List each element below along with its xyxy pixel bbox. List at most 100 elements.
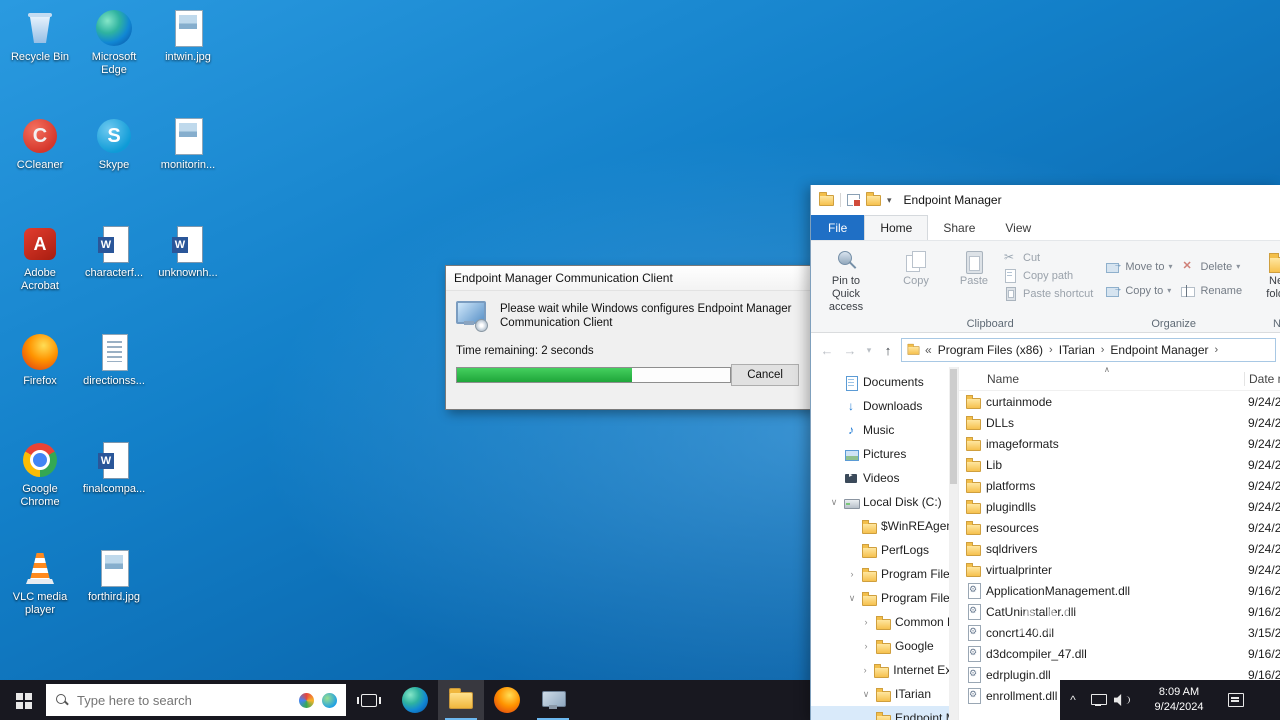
sidebar-item[interactable]: Internet Exp <box>811 658 958 682</box>
table-row[interactable]: DLLs 9/24/2 <box>959 412 1280 433</box>
desktop-icon[interactable]: Recycle Bin <box>4 8 76 64</box>
table-row[interactable]: d3dcompiler_47.dll 9/16/2 <box>959 643 1280 664</box>
sidebar-item[interactable]: Google <box>811 634 958 658</box>
copy-button[interactable]: Copy <box>887 245 945 288</box>
search-input[interactable] <box>77 692 291 708</box>
desktop-icon[interactable]: finalcompa... <box>78 440 150 496</box>
pin-to-quick-access-button[interactable]: Pin to Quick access <box>817 245 875 315</box>
back-button[interactable]: ← <box>817 339 837 361</box>
qat-customize-caret-icon[interactable]: ▾ <box>887 195 892 206</box>
table-row[interactable]: curtainmode 9/24/2 <box>959 391 1280 412</box>
qat-new-folder-icon[interactable] <box>866 191 881 206</box>
desktop-icon[interactable]: directionss... <box>78 332 150 388</box>
desktop-icon[interactable]: Google Chrome <box>4 440 76 508</box>
table-row[interactable]: sqldrivers 9/24/2 <box>959 538 1280 559</box>
taskbar-firefox-button[interactable] <box>484 680 530 720</box>
expand-caret-icon[interactable] <box>847 569 857 579</box>
taskbar-explorer-button[interactable] <box>438 680 484 720</box>
file-type-icon <box>965 394 981 409</box>
expand-caret-icon[interactable] <box>861 665 869 675</box>
new-folder-button[interactable]: New folder <box>1254 245 1280 301</box>
expand-caret-icon[interactable] <box>861 617 871 627</box>
table-row[interactable]: concrt140.dll 3/15/2 <box>959 622 1280 643</box>
table-row[interactable]: ApplicationManagement.dll 9/16/2 <box>959 580 1280 601</box>
sidebar-item[interactable]: Videos <box>811 466 958 490</box>
network-tray-button[interactable] <box>1086 694 1110 706</box>
expand-caret-icon[interactable] <box>861 689 871 700</box>
taskbar-installer-button[interactable] <box>530 680 576 720</box>
desktop-icon[interactable]: VLC media player <box>4 548 76 616</box>
tab-share[interactable]: Share <box>928 215 990 240</box>
nav-item-label: $WinREAgent <box>881 519 957 533</box>
sidebar-item[interactable]: Local Disk (C:) <box>811 490 958 514</box>
taskbar-clock[interactable]: 8:09 AM 9/24/2024 <box>1140 685 1218 715</box>
tab-home[interactable]: Home <box>864 215 929 240</box>
expand-caret-icon[interactable] <box>829 497 839 508</box>
task-view-button[interactable] <box>346 680 392 720</box>
column-header-name[interactable]: Name <box>959 372 1244 386</box>
tab-file[interactable]: File <box>811 215 865 240</box>
desktop-icon[interactable]: Adobe Acrobat <box>4 224 76 292</box>
sidebar-item[interactable]: Downloads <box>811 394 958 418</box>
table-row[interactable]: imageformats 9/24/2 <box>959 433 1280 454</box>
recent-locations-caret[interactable]: ▾ <box>863 339 875 361</box>
sidebar-item[interactable]: Endpoint Manager <box>811 706 958 720</box>
desktop-icon[interactable]: monitorin... <box>152 116 224 172</box>
qat-properties-icon[interactable] <box>847 194 861 207</box>
expand-caret-icon[interactable] <box>861 641 871 651</box>
sidebar-item[interactable]: Program Files <box>811 586 958 610</box>
column-header-date-modified[interactable]: Date m <box>1244 371 1280 386</box>
table-row[interactable]: Lib 9/24/2 <box>959 454 1280 475</box>
desktop-icon[interactable]: Firefox <box>4 332 76 388</box>
desktop-icon[interactable]: forthird.jpg <box>78 548 150 604</box>
copy-icon <box>903 248 929 275</box>
tab-view[interactable]: View <box>990 215 1046 240</box>
desktop-icon[interactable]: CCleaner <box>4 116 76 172</box>
sidebar-item[interactable]: Pictures <box>811 442 958 466</box>
breadcrumb-endpoint-manager[interactable]: Endpoint Manager <box>1108 343 1210 357</box>
cut-button[interactable]: Cut <box>1003 250 1093 265</box>
sidebar-item[interactable]: Program Files <box>811 562 958 586</box>
nav-scrollbar-thumb[interactable] <box>950 369 957 484</box>
expand-caret-icon[interactable] <box>847 593 857 604</box>
forward-button[interactable]: → <box>840 339 860 361</box>
move-to-button[interactable]: Move to ▾ <box>1105 259 1172 274</box>
table-row[interactable]: plugindlls 9/24/2 <box>959 496 1280 517</box>
cancel-button[interactable]: Cancel <box>731 364 799 386</box>
address-bar[interactable]: « Program Files (x86) › ITarian › Endpoi… <box>901 338 1276 362</box>
paste-button[interactable]: Paste <box>945 245 1003 288</box>
copy-path-button[interactable]: Copy path <box>1003 268 1093 283</box>
desktop-icon[interactable]: characterf... <box>78 224 150 280</box>
interests-icon[interactable] <box>299 692 314 708</box>
action-center-icon[interactable] <box>1228 693 1244 707</box>
breadcrumb-overflow-chevron[interactable]: « <box>923 343 934 357</box>
table-row[interactable]: virtualprinter 9/24/2 <box>959 559 1280 580</box>
up-button[interactable]: ↑ <box>878 339 898 361</box>
desktop-icon[interactable]: Skype <box>78 116 150 172</box>
sidebar-item[interactable]: ITarian <box>811 682 958 706</box>
start-button[interactable] <box>0 680 46 720</box>
volume-tray-button[interactable] <box>1110 694 1134 706</box>
table-row[interactable]: resources 9/24/2 <box>959 517 1280 538</box>
breadcrumb-program-files-x86[interactable]: Program Files (x86) <box>936 343 1045 357</box>
taskbar-edge-button[interactable] <box>392 680 438 720</box>
sidebar-item[interactable]: Music <box>811 418 958 442</box>
desktop-icon[interactable]: unknownh... <box>152 224 224 280</box>
desktop-icon[interactable]: intwin.jpg <box>152 8 224 64</box>
weather-icon[interactable] <box>322 692 337 708</box>
nav-scrollbar[interactable] <box>949 367 958 720</box>
sidebar-item[interactable]: $WinREAgent <box>811 514 958 538</box>
table-row[interactable]: CatUninstaller.dll 9/16/2 <box>959 601 1280 622</box>
breadcrumb-itarian[interactable]: ITarian <box>1057 343 1097 357</box>
copy-to-button[interactable]: Copy to ▾ <box>1105 283 1172 298</box>
paste-shortcut-button[interactable]: Paste shortcut <box>1003 286 1093 301</box>
show-hidden-icons-chevron[interactable]: ^ <box>1060 693 1086 707</box>
taskbar-search[interactable] <box>46 684 346 716</box>
desktop-icon[interactable]: Microsoft Edge <box>78 8 150 76</box>
rename-button[interactable]: Rename <box>1180 283 1242 298</box>
sidebar-item[interactable]: PerfLogs <box>811 538 958 562</box>
sidebar-item[interactable]: Documents <box>811 370 958 394</box>
sidebar-item[interactable]: Common Fi <box>811 610 958 634</box>
delete-button[interactable]: Delete ▾ <box>1180 259 1242 274</box>
table-row[interactable]: platforms 9/24/2 <box>959 475 1280 496</box>
